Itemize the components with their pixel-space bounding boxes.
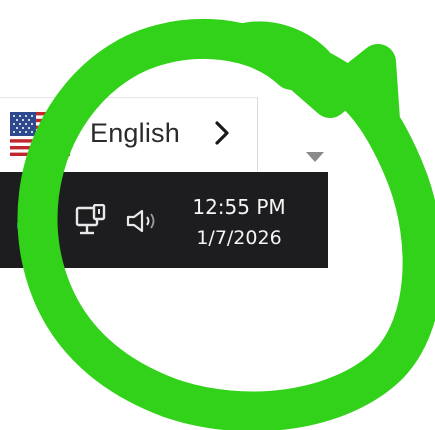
clock-time: 12:55 PM — [192, 195, 286, 219]
caret-down-icon[interactable] — [304, 150, 326, 164]
language-menu-item-english[interactable]: English — [0, 97, 258, 171]
us-flag-icon — [10, 112, 70, 156]
language-label: English — [90, 118, 180, 148]
taskbar: 12:55 PM 1/7/2026 — [0, 172, 328, 268]
taskbar-clock[interactable]: 12:55 PM 1/7/2026 — [176, 194, 302, 252]
weather-icon[interactable] — [12, 206, 50, 236]
clock-date: 1/7/2026 — [196, 227, 282, 249]
network-icon[interactable] — [74, 204, 108, 240]
volume-icon[interactable] — [124, 207, 162, 235]
chevron-right-icon — [215, 121, 229, 145]
